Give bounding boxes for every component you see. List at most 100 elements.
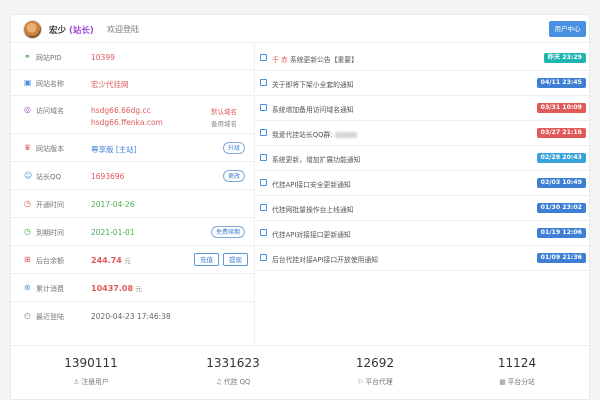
site-info-panel: ⚭ 网站PID 10399 ▣ 网站名称 宏少代挂网 ◎ 访问域名 hsdg66… xyxy=(11,44,255,344)
backup-domain-tag: 备用域名 xyxy=(211,120,237,128)
label-spent: 累计消费 xyxy=(36,285,64,293)
notice-item[interactable]: 代挂API对接接口更新通知 01/19 12:06 xyxy=(256,221,591,246)
notice-title[interactable]: 千 赤 系统更新公告【重要】 xyxy=(272,54,358,64)
label-balance: 后台余额 xyxy=(36,257,64,265)
stats-bar: 1390111 ♙ 注册用户 1331623 ♫ 代挂 QQ 12692 ⚐ 平台代理… xyxy=(11,345,589,400)
user-center-button[interactable]: 用户中心 xyxy=(549,21,586,37)
coin-icon: ⊛ xyxy=(24,283,31,292)
stat-number: 11124 xyxy=(497,356,537,370)
notice-icon xyxy=(260,154,267,161)
value-qq: 1693696 xyxy=(91,172,125,181)
notice-item[interactable]: 系统增加备用访问域名通知 03/31 10:09 xyxy=(256,96,591,121)
label-expire-time: 到期时间 xyxy=(36,229,64,237)
card-icon: ▣ xyxy=(24,78,32,87)
notice-item[interactable]: 关于即将下架小全套的通知 04/11 23:45 xyxy=(256,71,591,96)
notice-title[interactable]: 代挂API对接接口更新通知 xyxy=(272,229,351,239)
label-pid: 网站PID xyxy=(36,54,62,62)
wallet-icon: ⊞ xyxy=(24,255,31,264)
notice-date: 02/03 10:49 xyxy=(536,178,586,188)
timer-icon: ◷ xyxy=(24,227,31,236)
value-last-login: 2020-04-23 17:46:38 xyxy=(91,312,171,321)
info-row-pid: ⚭ 网站PID 10399 xyxy=(11,44,254,70)
notice-icon xyxy=(260,229,267,236)
redacted-number xyxy=(334,132,357,138)
dashboard-card: 宏少 (站长) 欢迎登陆 用户中心 ⚭ 网站PID 10399 ▣ 网站名称 宏少… xyxy=(10,14,591,400)
stat-number: 12692 xyxy=(355,356,395,370)
upgrade-button[interactable]: 升级 xyxy=(223,142,246,154)
label-domain: 访问域名 xyxy=(36,107,64,115)
notice-item[interactable]: 代挂网批量操作台上线通知 01/30 23:02 xyxy=(256,196,591,221)
stat-number: 1390111 xyxy=(64,356,118,370)
notice-icon xyxy=(260,204,267,211)
info-row-expire: ◷ 到期时间 2021-01-01 免费续期 xyxy=(11,218,254,246)
value-name: 宏少代挂网 xyxy=(91,80,129,89)
info-row-balance: ⊞ 后台余额 244.74 元 充值 提现 xyxy=(11,246,254,274)
notice-item[interactable]: 我爱代挂站长QQ群: 03/27 21:16 xyxy=(256,121,591,146)
notice-icon xyxy=(260,129,267,136)
value-open-time: 2017-04-26 xyxy=(91,200,135,209)
agent-icon: ⚐ xyxy=(357,378,364,386)
notice-item[interactable]: 千 赤 系统更新公告【重要】 昨天 23:29 xyxy=(256,46,591,71)
notice-title[interactable]: 代挂网批量操作台上线通知 xyxy=(272,204,354,214)
renew-button[interactable]: 免费续期 xyxy=(211,226,246,238)
history-icon: ◴ xyxy=(24,311,31,320)
site-icon: ▦ xyxy=(499,378,506,386)
bell-icon: ♫ xyxy=(215,378,222,386)
stat-users: 1390111 ♙ 注册用户 xyxy=(21,356,161,386)
notice-title[interactable]: 关于即将下架小全套的通知 xyxy=(272,79,354,89)
stat-agents: 12692 ⚐ 平台代理 xyxy=(305,356,445,386)
label-qq: 站长QQ xyxy=(36,173,62,181)
notice-title[interactable]: 代挂API接口安全更新通知 xyxy=(272,179,351,189)
hot-badge: 千 赤 xyxy=(272,56,288,64)
stat-label: ▦ 平台分站 xyxy=(499,378,535,386)
crown-icon: ♛ xyxy=(24,143,32,152)
label-last-login: 最近登陆 xyxy=(36,313,64,321)
notice-title[interactable]: 后台代挂对接API接口开放使用通知 xyxy=(272,254,378,264)
stat-label: ♫ 代挂 QQ xyxy=(215,378,251,386)
notice-date: 02/28 20:43 xyxy=(536,153,586,163)
notice-title[interactable]: 系统更新，增加扩展功能通知 xyxy=(272,154,360,164)
value-version: 尊享版 [主站] xyxy=(91,145,137,154)
domain-link-default[interactable]: hsdg66.66dg.cc xyxy=(91,106,151,115)
username: 宏少 (站长) xyxy=(49,26,94,36)
recharge-button[interactable]: 充值 xyxy=(194,253,219,266)
stat-sites: 11124 ▦ 平台分站 xyxy=(447,356,587,386)
info-row-domain: ◎ 访问域名 hsdg66.66dg.cc hsdg66.ffenka.com … xyxy=(11,96,254,134)
notice-icon xyxy=(260,179,267,186)
change-qq-button[interactable]: 更改 xyxy=(223,170,246,182)
welcome-text: 欢迎登陆 xyxy=(107,25,139,34)
stat-qq: 1331623 ♫ 代挂 QQ xyxy=(163,356,303,386)
withdraw-button[interactable]: 提现 xyxy=(223,253,248,266)
value-spent: 10437.08 元 xyxy=(91,284,142,293)
value-balance: 244.74 元 xyxy=(91,256,131,265)
notice-icon xyxy=(260,79,267,86)
stat-label: ♙ 注册用户 xyxy=(73,378,109,386)
avatar[interactable] xyxy=(23,20,42,39)
notice-icon xyxy=(260,54,267,61)
info-row-name: ▣ 网站名称 宏少代挂网 xyxy=(11,70,254,96)
info-row-open: ◷ 开通时间 2017-04-26 xyxy=(11,190,254,218)
domain-link-backup[interactable]: hsdg66.ffenka.com xyxy=(91,118,163,127)
user-role: (站长) xyxy=(69,26,94,36)
profile-header: 宏少 (站长) 欢迎登陆 用户中心 xyxy=(11,15,589,43)
notice-title[interactable]: 系统增加备用访问域名通知 xyxy=(272,104,354,114)
notice-item[interactable]: 代挂API接口安全更新通知 02/03 10:49 xyxy=(256,171,591,196)
label-name: 网站名称 xyxy=(36,80,64,88)
notice-title[interactable]: 我爱代挂站长QQ群: xyxy=(272,129,357,139)
notice-date: 03/31 10:09 xyxy=(536,103,586,113)
notice-item[interactable]: 后台代挂对接API接口开放使用通知 01/09 21:36 xyxy=(256,246,591,271)
label-open-time: 开通时间 xyxy=(36,201,64,209)
clock-icon: ◷ xyxy=(24,199,31,208)
notice-list: 千 赤 系统更新公告【重要】 昨天 23:29 关于即将下架小全套的通知 04/… xyxy=(256,44,591,344)
notice-icon xyxy=(260,104,267,111)
user-icon: ♙ xyxy=(73,378,80,386)
notice-item[interactable]: 系统更新，增加扩展功能通知 02/28 20:43 xyxy=(256,146,591,171)
stat-label: ⚐ 平台代理 xyxy=(357,378,393,386)
notice-date: 01/19 12:06 xyxy=(536,228,586,238)
notice-date: 昨天 23:29 xyxy=(543,53,586,63)
info-row-qq: ☺ 站长QQ 1693696 更改 xyxy=(11,162,254,190)
link-icon: ⚭ xyxy=(24,52,31,61)
default-domain-tag: 默认域名 xyxy=(211,108,237,116)
notice-date: 03/27 21:16 xyxy=(536,128,586,138)
notice-date: 01/09 21:36 xyxy=(536,253,586,263)
